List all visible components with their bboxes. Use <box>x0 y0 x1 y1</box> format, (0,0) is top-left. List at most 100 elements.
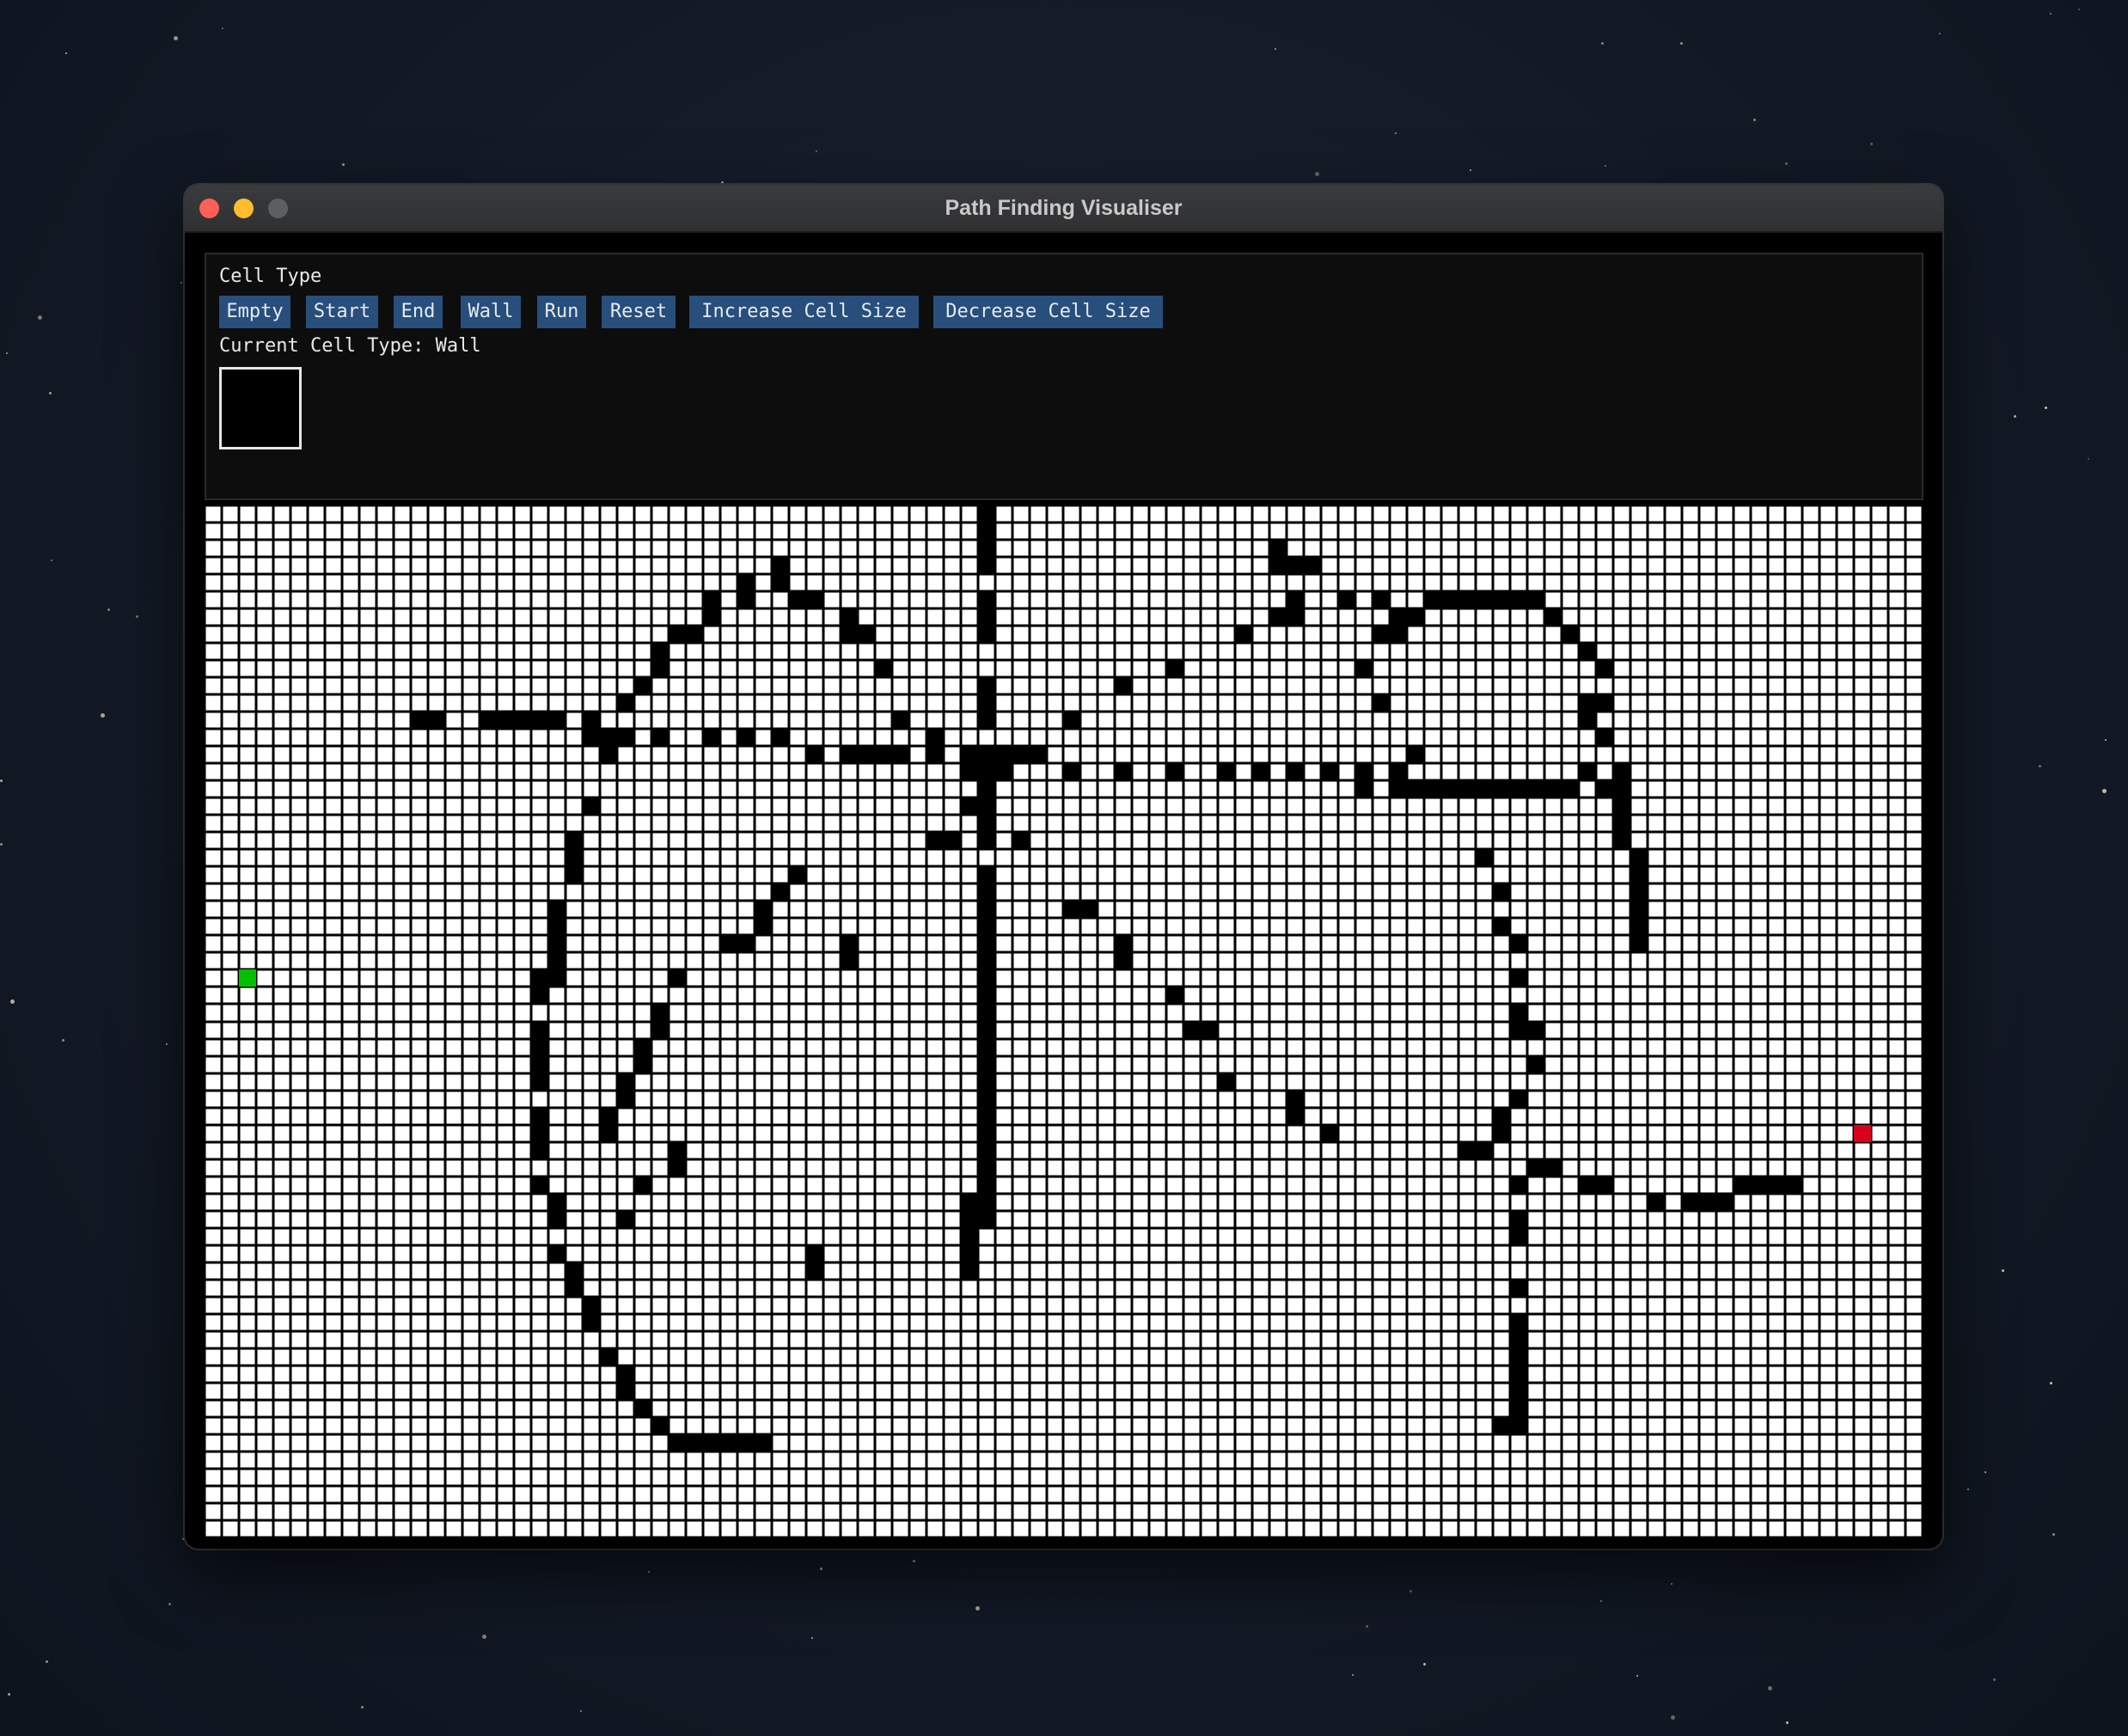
wall-cell[interactable] <box>978 1142 995 1159</box>
wall-cell[interactable] <box>1596 1177 1613 1194</box>
wall-cell[interactable] <box>1012 746 1030 763</box>
increase-cell-size-button[interactable]: Increase Cell Size <box>689 296 919 328</box>
wall-cell[interactable] <box>669 1159 686 1177</box>
wall-cell[interactable] <box>703 608 720 626</box>
wall-cell[interactable] <box>1218 1073 1235 1091</box>
wall-cell[interactable] <box>841 935 858 952</box>
wall-cell[interactable] <box>1063 712 1080 729</box>
wall-cell[interactable] <box>1355 780 1373 798</box>
wall-cell[interactable] <box>1613 798 1630 815</box>
wall-cell[interactable] <box>548 935 566 952</box>
wall-cell[interactable] <box>1630 918 1648 935</box>
wall-cell[interactable] <box>651 1022 669 1039</box>
wall-cell[interactable] <box>566 866 583 883</box>
wall-cell[interactable] <box>1768 1177 1785 1194</box>
wall-cell[interactable] <box>1373 694 1390 712</box>
wall-cell[interactable] <box>634 1056 651 1073</box>
wall-cell[interactable] <box>1458 780 1476 798</box>
wall-cell[interactable] <box>1390 626 1407 643</box>
wall-cell[interactable] <box>978 1056 995 1073</box>
wall-cell[interactable] <box>617 1211 634 1228</box>
wall-cell[interactable] <box>1287 1108 1304 1125</box>
wall-cell[interactable] <box>1630 883 1648 901</box>
wall-cell[interactable] <box>686 626 703 643</box>
wall-cell[interactable] <box>1407 608 1424 626</box>
wall-cell[interactable] <box>841 952 858 969</box>
wall-cell[interactable] <box>617 1366 634 1383</box>
wall-cell[interactable] <box>841 626 858 643</box>
wall-cell[interactable] <box>1510 935 1527 952</box>
wall-cell[interactable] <box>1734 1177 1751 1194</box>
wall-cell[interactable] <box>1287 557 1304 574</box>
wall-cell[interactable] <box>1510 1314 1527 1331</box>
wall-cell[interactable] <box>703 1434 720 1452</box>
wall-cell[interactable] <box>531 1073 548 1091</box>
wall-cell[interactable] <box>1287 1091 1304 1108</box>
wall-cell[interactable] <box>1476 591 1493 608</box>
wall-cell[interactable] <box>531 1056 548 1073</box>
wall-cell[interactable] <box>1373 591 1390 608</box>
wall-cell[interactable] <box>1493 780 1510 798</box>
wall-cell[interactable] <box>737 574 755 591</box>
wall-cell[interactable] <box>961 1194 978 1211</box>
wall-cell[interactable] <box>841 608 858 626</box>
wall-cell[interactable] <box>978 1073 995 1091</box>
wall-cell[interactable] <box>1269 540 1287 557</box>
wall-cell[interactable] <box>1544 1159 1562 1177</box>
wall-cell[interactable] <box>1510 1004 1527 1022</box>
wall-cell[interactable] <box>1510 1091 1527 1108</box>
wall-cell[interactable] <box>1030 746 1047 763</box>
run-button[interactable]: Run <box>537 296 586 328</box>
wall-cell[interactable] <box>858 746 875 763</box>
wall-cell[interactable] <box>600 1108 617 1125</box>
wall-cell[interactable] <box>651 660 669 677</box>
wall-cell[interactable] <box>566 832 583 849</box>
wall-cell[interactable] <box>858 626 875 643</box>
wall-cell[interactable] <box>617 729 634 746</box>
title-bar[interactable]: Path Finding Visualiser <box>185 185 1942 233</box>
wall-cell[interactable] <box>1321 1125 1338 1142</box>
wall-cell[interactable] <box>772 883 789 901</box>
wall-cell[interactable] <box>1751 1177 1768 1194</box>
wall-cell[interactable] <box>892 712 909 729</box>
wall-cell[interactable] <box>1063 901 1080 918</box>
wall-cell[interactable] <box>1544 608 1562 626</box>
wall-cell[interactable] <box>651 1004 669 1022</box>
wall-cell[interactable] <box>755 901 772 918</box>
wall-cell[interactable] <box>1510 1331 1527 1348</box>
wall-cell[interactable] <box>617 1073 634 1091</box>
wall-cell[interactable] <box>978 1194 995 1211</box>
wall-cell[interactable] <box>548 1211 566 1228</box>
wall-cell[interactable] <box>978 591 995 608</box>
wall-cell[interactable] <box>1562 780 1579 798</box>
wall-cell[interactable] <box>1287 763 1304 780</box>
wall-cell[interactable] <box>841 746 858 763</box>
wall-cell[interactable] <box>548 901 566 918</box>
wall-cell[interactable] <box>1269 557 1287 574</box>
wall-cell[interactable] <box>806 591 823 608</box>
wall-cell[interactable] <box>583 729 600 746</box>
wall-cell[interactable] <box>1269 608 1287 626</box>
wall-cell[interactable] <box>772 729 789 746</box>
wall-cell[interactable] <box>737 729 755 746</box>
wall-cell[interactable] <box>1080 901 1098 918</box>
wall-cell[interactable] <box>961 1245 978 1262</box>
wall-cell[interactable] <box>1716 1194 1734 1211</box>
wall-cell[interactable] <box>1785 1177 1802 1194</box>
wall-cell[interactable] <box>1596 660 1613 677</box>
wall-cell[interactable] <box>1613 832 1630 849</box>
wall-cell[interactable] <box>531 1022 548 1039</box>
wall-cell[interactable] <box>531 1108 548 1125</box>
wall-cell[interactable] <box>789 591 806 608</box>
wall-cell[interactable] <box>1510 1177 1527 1194</box>
wall-cell[interactable] <box>1510 1400 1527 1417</box>
wall-cell[interactable] <box>1355 763 1373 780</box>
wall-cell[interactable] <box>978 1022 995 1039</box>
wall-cell[interactable] <box>548 952 566 969</box>
wall-cell[interactable] <box>1115 763 1132 780</box>
wall-cell[interactable] <box>1424 780 1441 798</box>
wall-cell[interactable] <box>789 866 806 883</box>
wall-cell[interactable] <box>1476 1142 1493 1159</box>
wall-cell[interactable] <box>892 746 909 763</box>
wall-cell[interactable] <box>978 1091 995 1108</box>
